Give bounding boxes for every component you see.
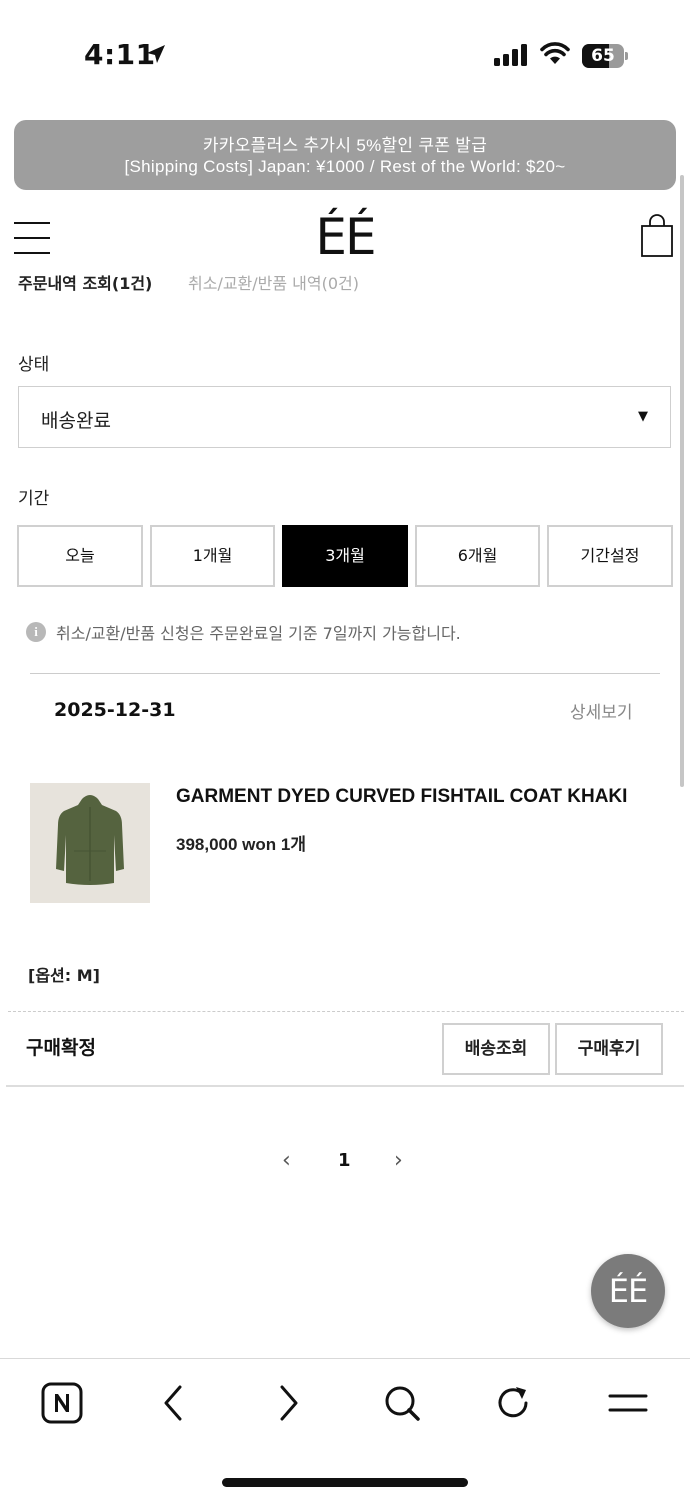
banner-shipping-text: [Shipping Costs] Japan: ¥1000 / Rest of … [124, 157, 566, 176]
brand-logo[interactable]: ÉÉ [305, 208, 385, 266]
dashed-divider [8, 1011, 684, 1012]
notice-text: 취소/교환/반품 신청은 주문완료일 기준 7일까지 가능합니다. [56, 624, 461, 643]
battery-icon: 65 [582, 44, 628, 68]
divider [6, 1085, 684, 1087]
battery-level: 65 [591, 46, 615, 66]
banner-coupon-text: 카카오플러스 추가시 5%할인 쿠폰 발급 [202, 136, 488, 155]
location-arrow-icon [147, 45, 165, 63]
search-icon[interactable] [380, 1381, 424, 1425]
chevron-left-icon[interactable]: ‹ [282, 1148, 291, 1173]
home-indicator[interactable] [222, 1478, 468, 1487]
cellular-signal-icon [494, 44, 527, 66]
menu-icon[interactable] [606, 1381, 650, 1425]
status-bar: 4:11 65 [0, 0, 690, 110]
dropdown-arrow-icon: ▼ [638, 409, 648, 424]
shopping-bag-icon[interactable] [640, 214, 674, 258]
page-scrollbar[interactable] [680, 175, 684, 787]
status-label: 상태 [18, 355, 50, 375]
forward-arrow-icon[interactable] [266, 1381, 310, 1425]
wifi-icon [540, 42, 570, 64]
product-name[interactable]: GARMENT DYED CURVED FISHTAIL COAT KHAKI [176, 786, 627, 808]
tab-order-history[interactable]: 주문내역 조회(1건) [18, 270, 152, 294]
back-arrow-icon[interactable] [152, 1381, 196, 1425]
refresh-icon[interactable] [492, 1381, 536, 1425]
tab-cancel-history[interactable]: 취소/교환/반품 내역(0건) [188, 270, 359, 294]
naver-n-icon[interactable] [40, 1381, 84, 1425]
order-status: 구매확정 [26, 1037, 96, 1059]
floating-brand-button[interactable]: ÉÉ [591, 1254, 665, 1328]
status-select-value: 배송완료 [41, 410, 111, 432]
page-number[interactable]: 1 [338, 1150, 351, 1171]
menu-icon[interactable] [14, 220, 50, 256]
period-label: 기간 [18, 489, 50, 509]
product-option: [옵션: M] [28, 966, 100, 985]
period-custom-button[interactable]: 기간설정 [547, 525, 673, 587]
chevron-right-icon[interactable]: › [394, 1148, 403, 1173]
order-detail-link[interactable]: 상세보기 [570, 698, 633, 723]
period-6month-button[interactable]: 6개월 [415, 525, 540, 587]
product-price: 398,000 won 1개 [176, 835, 306, 854]
info-icon: i [26, 622, 46, 642]
period-today-button[interactable]: 오늘 [17, 525, 143, 587]
browser-toolbar [0, 1358, 690, 1500]
period-1month-button[interactable]: 1개월 [150, 525, 275, 587]
status-select[interactable]: 배송완료 ▼ [18, 386, 671, 448]
write-review-button[interactable]: 구매후기 [555, 1023, 663, 1075]
divider [30, 673, 660, 674]
track-shipment-button[interactable]: 배송조회 [442, 1023, 550, 1075]
promo-banner[interactable]: 카카오플러스 추가시 5%할인 쿠폰 발급 [Shipping Costs] J… [14, 120, 676, 190]
order-date: 2025-12-31 [54, 699, 176, 721]
period-3month-button[interactable]: 3개월 [282, 525, 408, 587]
product-image[interactable] [30, 783, 150, 903]
